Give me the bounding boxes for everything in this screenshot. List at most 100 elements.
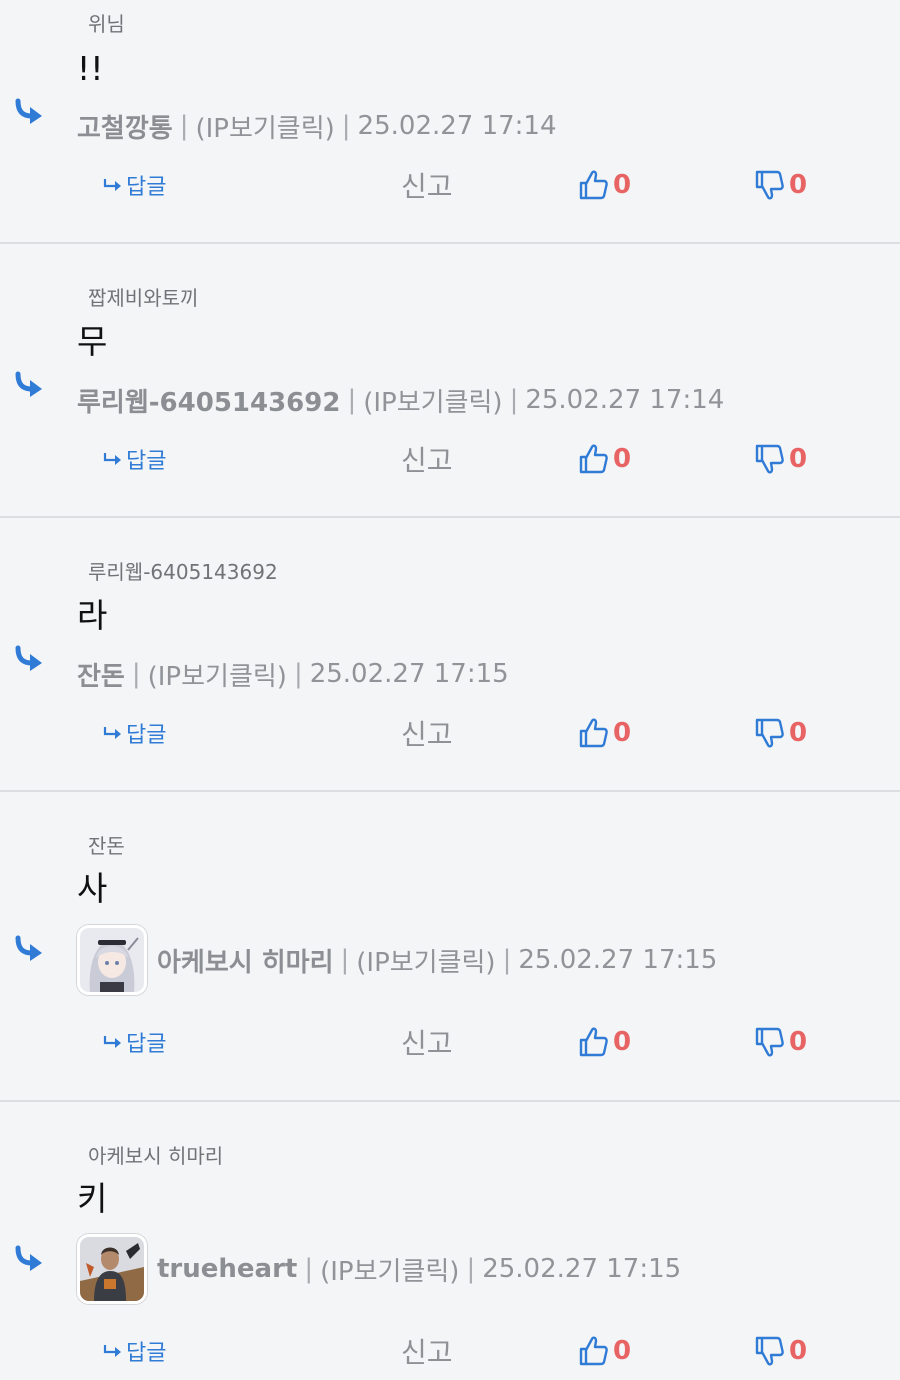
reply-button[interactable]: 답글 <box>103 165 166 205</box>
author-name[interactable]: 고철깡통 <box>77 108 173 145</box>
thumbs-up-icon <box>579 1027 608 1057</box>
report-button[interactable]: 신고 <box>401 439 453 479</box>
reply-target-name: 잔돈 <box>88 834 125 858</box>
like-button[interactable]: 0 <box>578 439 631 479</box>
comment-meta: 루리웹-6405143692 | (IP보기클릭) | 25.02.27 17:… <box>77 362 724 438</box>
reply-button-label: 답글 <box>126 1032 167 1057</box>
dislike-count: 0 <box>789 1336 808 1366</box>
thumbs-up-icon <box>579 170 608 200</box>
reply-button[interactable]: 답글 <box>103 1331 166 1371</box>
comment-item: 짭제비와토끼 무 루리웹-6405143692 | (IP보기클릭) | 25.… <box>0 244 900 518</box>
thumbs-down-icon <box>755 444 784 474</box>
reply-button-label: 답글 <box>126 175 167 200</box>
comment-actions: 답글 신고 0 0 <box>0 1331 900 1371</box>
author-name[interactable]: 아케보시 히마리 <box>157 942 334 979</box>
report-button[interactable]: 신고 <box>401 1331 453 1371</box>
separator: | <box>502 945 512 975</box>
dislike-button[interactable]: 0 <box>754 1022 807 1062</box>
reply-button-label: 답글 <box>126 723 167 748</box>
comment-date: 25.02.27 17:14 <box>525 385 725 415</box>
like-button[interactable]: 0 <box>578 713 631 753</box>
comment-meta: trueheart | (IP보기클릭) | 25.02.27 17:15 <box>77 1231 681 1307</box>
separator: | <box>509 385 519 415</box>
avatar[interactable] <box>77 925 147 995</box>
report-button[interactable]: 신고 <box>401 1022 453 1062</box>
ip-view-link[interactable]: (IP보기클릭) <box>363 382 502 419</box>
comment-meta: 잔돈 | (IP보기클릭) | 25.02.27 17:15 <box>77 636 509 712</box>
dislike-button[interactable]: 0 <box>754 439 807 479</box>
comment-list: 위님 !! 고철깡통 | (IP보기클릭) | 25.02.27 17:14 답… <box>0 0 900 1380</box>
dislike-button[interactable]: 0 <box>754 713 807 753</box>
reply-arrow-icon <box>15 371 42 397</box>
ip-view-link[interactable]: (IP보기클릭) <box>195 108 334 145</box>
reply-small-arrow-icon <box>103 727 121 739</box>
separator: | <box>131 659 141 689</box>
report-button[interactable]: 신고 <box>401 713 453 753</box>
like-button[interactable]: 0 <box>578 1331 631 1371</box>
comment-item: 위님 !! 고철깡통 | (IP보기클릭) | 25.02.27 17:14 답… <box>0 0 900 244</box>
comment-text: 키 <box>77 1179 108 1218</box>
thumbs-down-icon <box>755 170 784 200</box>
dislike-count: 0 <box>789 718 808 748</box>
reply-small-arrow-icon <box>103 453 121 465</box>
separator: | <box>347 385 357 415</box>
comment-text: 사 <box>77 869 108 908</box>
thumbs-up-icon <box>579 718 608 748</box>
like-count: 0 <box>613 718 632 748</box>
comment-item: 잔돈 사 아케보시 히마리 | (IP보기클릭) | 25.02.27 17:1… <box>0 792 900 1102</box>
comment-text: 무 <box>77 322 108 361</box>
comment-text: 라 <box>77 596 108 635</box>
ip-view-link[interactable]: (IP보기클릭) <box>148 656 287 693</box>
like-button[interactable]: 0 <box>578 165 631 205</box>
dislike-count: 0 <box>789 170 808 200</box>
reply-arrow-icon <box>15 1245 42 1271</box>
comment-item: 루리웹-6405143692 라 잔돈 | (IP보기클릭) | 25.02.2… <box>0 518 900 792</box>
dislike-count: 0 <box>789 1027 808 1057</box>
separator: | <box>341 111 351 141</box>
comment-date: 25.02.27 17:15 <box>518 945 718 975</box>
dislike-button[interactable]: 0 <box>754 1331 807 1371</box>
comment-item: 아케보시 히마리 키 trueheart | (IP보기클릭) | 25.02.… <box>0 1102 900 1380</box>
reply-arrow-icon <box>15 645 42 671</box>
reply-button-label: 답글 <box>126 449 167 474</box>
thumbs-down-icon <box>755 1336 784 1366</box>
thumbs-up-icon <box>579 444 608 474</box>
ip-view-link[interactable]: (IP보기클릭) <box>320 1251 459 1288</box>
reply-button-label: 답글 <box>126 1341 167 1366</box>
comment-meta: 고철깡통 | (IP보기클릭) | 25.02.27 17:14 <box>77 88 557 164</box>
reply-target-name: 루리웹-6405143692 <box>88 560 278 584</box>
comment-actions: 답글 신고 0 0 <box>0 713 900 753</box>
thumbs-up-icon <box>579 1336 608 1366</box>
like-count: 0 <box>613 1027 632 1057</box>
reply-button[interactable]: 답글 <box>103 439 166 479</box>
reply-target-name: 짭제비와토끼 <box>88 286 199 310</box>
like-button[interactable]: 0 <box>578 1022 631 1062</box>
comment-actions: 답글 신고 0 0 <box>0 1022 900 1062</box>
comment-text: !! <box>77 49 104 88</box>
thumbs-down-icon <box>755 718 784 748</box>
reply-target-name: 위님 <box>88 12 125 36</box>
reply-arrow-icon <box>15 98 42 124</box>
avatar-image <box>80 1237 144 1301</box>
comment-date: 25.02.27 17:15 <box>482 1254 682 1284</box>
separator: | <box>304 1254 314 1284</box>
reply-target-name: 아케보시 히마리 <box>88 1144 224 1168</box>
comment-date: 25.02.27 17:14 <box>357 111 557 141</box>
reply-small-arrow-icon <box>103 179 121 191</box>
comment-actions: 답글 신고 0 0 <box>0 439 900 479</box>
reply-button[interactable]: 답글 <box>103 1022 166 1062</box>
comment-date: 25.02.27 17:15 <box>309 659 509 689</box>
reply-button[interactable]: 답글 <box>103 713 166 753</box>
dislike-button[interactable]: 0 <box>754 165 807 205</box>
author-name[interactable]: 루리웹-6405143692 <box>77 382 340 419</box>
comment-actions: 답글 신고 0 0 <box>0 165 900 205</box>
report-button[interactable]: 신고 <box>401 165 453 205</box>
comment-meta: 아케보시 히마리 | (IP보기클릭) | 25.02.27 17:15 <box>77 922 717 998</box>
author-name[interactable]: 잔돈 <box>77 656 125 693</box>
avatar[interactable] <box>77 1234 147 1304</box>
avatar-image <box>80 928 144 992</box>
separator: | <box>293 659 303 689</box>
author-name[interactable]: trueheart <box>157 1254 297 1284</box>
ip-view-link[interactable]: (IP보기클릭) <box>356 942 495 979</box>
like-count: 0 <box>613 170 632 200</box>
